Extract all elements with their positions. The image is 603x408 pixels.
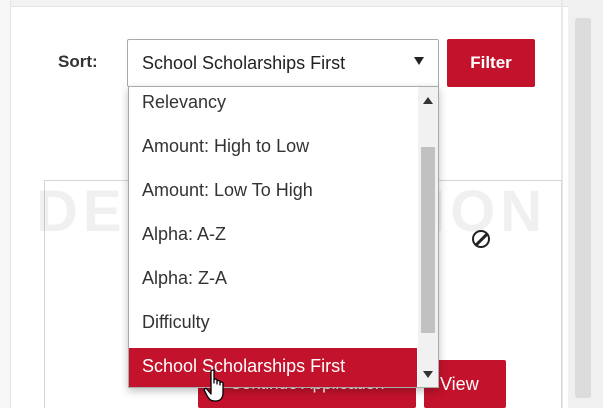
- dropdown-scrollbar-track[interactable]: [418, 87, 438, 387]
- page-scrollbar-thumb[interactable]: [575, 18, 591, 398]
- scroll-up-arrow-icon[interactable]: [423, 97, 433, 104]
- scroll-down-arrow-icon[interactable]: [423, 371, 433, 378]
- dropdown-scrollbar-thumb[interactable]: [421, 147, 435, 333]
- sort-option-school-scholarships-first[interactable]: School Scholarships First: [129, 348, 417, 387]
- sort-select-value: School Scholarships First: [142, 53, 346, 73]
- ban-icon[interactable]: [472, 230, 490, 248]
- sort-option-alpha-a-z[interactable]: Alpha: A-Z: [129, 216, 417, 256]
- left-edge: [0, 0, 11, 408]
- sort-option-amount-high-to-low[interactable]: Amount: High to Low: [129, 128, 417, 168]
- sort-select[interactable]: School Scholarships First: [127, 39, 439, 87]
- top-edge: [0, 0, 603, 7]
- sort-label: Sort:: [58, 52, 98, 71]
- chevron-down-icon: [414, 57, 424, 65]
- sort-option-difficulty[interactable]: Difficulty: [129, 304, 417, 344]
- filter-button[interactable]: Filter: [447, 39, 535, 87]
- sort-option-alpha-z-a[interactable]: Alpha: Z-A: [129, 260, 417, 300]
- sort-dropdown-list[interactable]: Relevancy Amount: High to Low Amount: Lo…: [128, 86, 439, 388]
- page: DEMO VERSION Continue Application View S…: [0, 0, 603, 408]
- hand-pointer-cursor-icon: [203, 369, 224, 402]
- sort-option-amount-low-to-high[interactable]: Amount: Low To High: [129, 172, 417, 212]
- sort-option-relevancy[interactable]: Relevancy: [129, 87, 417, 124]
